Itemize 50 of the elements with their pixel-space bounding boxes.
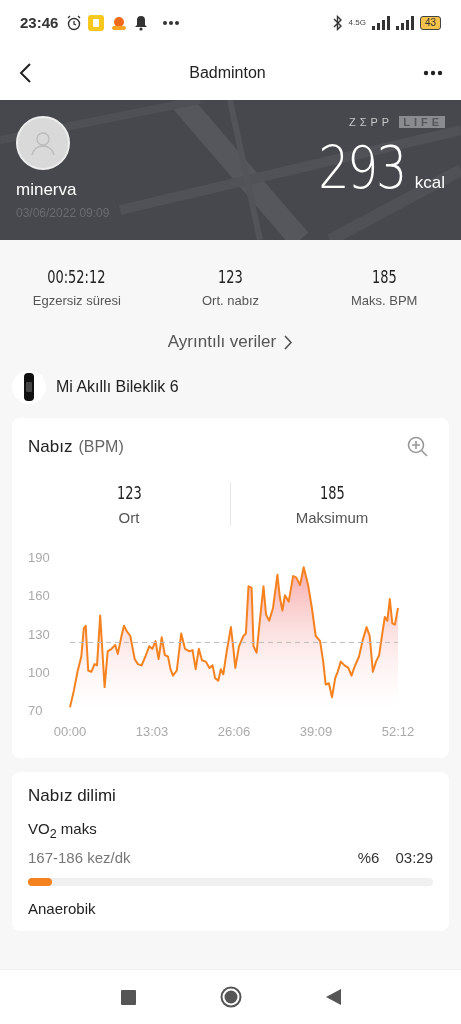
card-title: Nabız dilimi bbox=[28, 786, 116, 805]
x-tick-label: 52:12 bbox=[381, 724, 415, 739]
stat-label: Ort bbox=[118, 509, 140, 526]
x-tick-label: 13:03 bbox=[135, 724, 169, 739]
calories-value: 293 bbox=[318, 134, 405, 202]
zone-name: VO$_{2}$ maks bbox=[28, 820, 98, 841]
y-tick-label: 160 bbox=[28, 588, 50, 604]
zone-range: 167-186 kez/dk bbox=[28, 849, 131, 866]
stat-value: 00:52:12 bbox=[47, 266, 106, 287]
status-time: 23:46 bbox=[20, 14, 59, 31]
calories-unit: kcal bbox=[414, 173, 445, 193]
bell-icon bbox=[134, 14, 149, 31]
stat-label: Maks. BPM bbox=[350, 293, 418, 308]
chevron-right-icon bbox=[284, 334, 294, 350]
signal-icon bbox=[371, 15, 390, 30]
more-icon bbox=[423, 69, 443, 76]
back-icon bbox=[18, 61, 32, 84]
user-name: minerva bbox=[16, 180, 78, 200]
y-tick-label: 70 bbox=[28, 703, 43, 718]
zone-name: Anaerobik bbox=[28, 900, 97, 917]
battery-indicator: 43 bbox=[419, 15, 441, 30]
page-title: Badminton bbox=[188, 63, 267, 82]
y-tick-label: 130 bbox=[28, 626, 50, 642]
x-tick-label: 26:06 bbox=[217, 724, 251, 739]
zone-time: 03:29 bbox=[395, 849, 433, 866]
device-name: Mi Akıllı Bileklik 6 bbox=[56, 378, 179, 396]
app-icon bbox=[110, 14, 129, 31]
details-link[interactable]: Ayrıntılı veriler bbox=[167, 318, 294, 364]
logo-text: ZΣPP bbox=[348, 116, 394, 128]
stat-value: 185 bbox=[319, 482, 345, 503]
stat-label: Ort. nabız bbox=[201, 293, 260, 308]
unit-label: (BPM) bbox=[78, 438, 124, 456]
y-tick-label: 100 bbox=[28, 664, 50, 680]
zone-percent: %6 bbox=[357, 849, 380, 866]
band-icon bbox=[12, 370, 46, 404]
x-tick-label: 00:00 bbox=[53, 724, 87, 739]
alarm-icon bbox=[66, 14, 83, 31]
stat-label: Egzersiz süresi bbox=[32, 293, 121, 308]
y-tick-label: 190 bbox=[28, 550, 50, 565]
bluetooth-icon bbox=[332, 14, 343, 31]
stat-value: 123 bbox=[116, 482, 142, 503]
app-icon bbox=[88, 14, 105, 31]
network-label: 4.5G bbox=[348, 17, 366, 28]
x-tick-label: 39:09 bbox=[299, 724, 333, 739]
stat-value: 185 bbox=[371, 266, 397, 287]
card-title: Nabız bbox=[28, 437, 73, 457]
stat-label: Maksimum bbox=[295, 509, 369, 526]
more-icon bbox=[162, 19, 181, 26]
signal-icon bbox=[395, 15, 414, 30]
stat-value: 123 bbox=[218, 266, 243, 287]
